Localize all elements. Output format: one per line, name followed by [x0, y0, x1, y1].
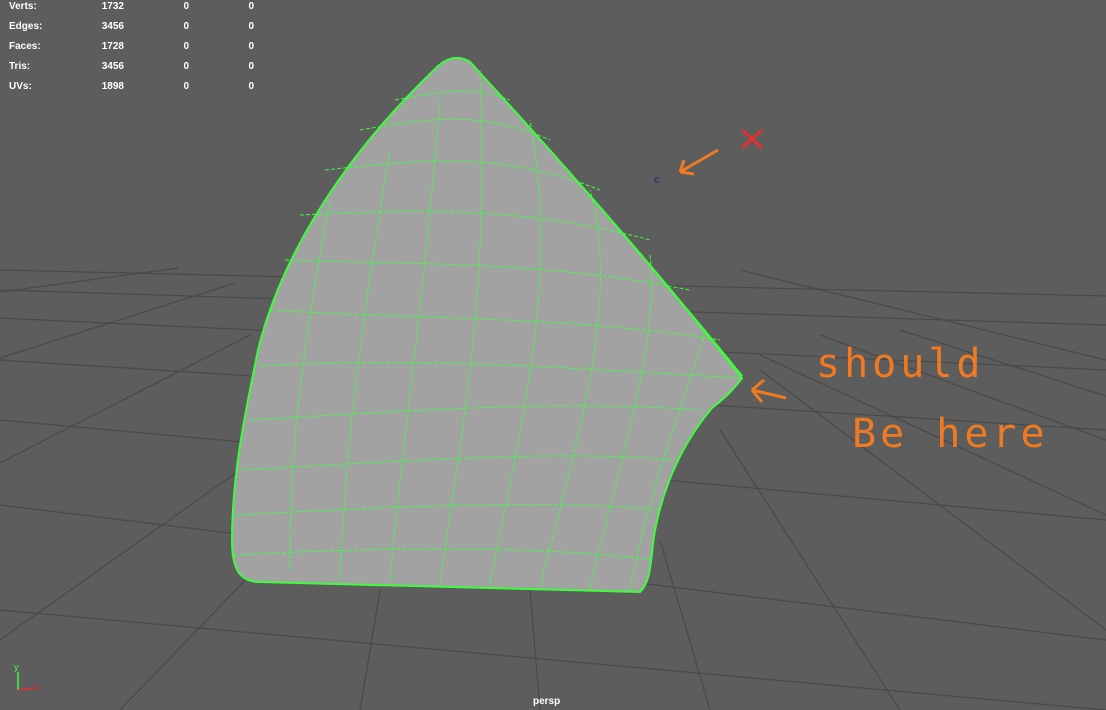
hud-label: UVs: — [9, 81, 32, 92]
hud-row: Verts: 1732 0 0 — [9, 1, 254, 21]
hud-label: Faces: — [9, 41, 41, 52]
hud-value: 0 — [248, 1, 254, 12]
axis-y-label: y — [14, 662, 19, 672]
camera-name-label: persp — [533, 696, 561, 707]
hud-value: 0 — [183, 61, 189, 72]
hud-value: 0 — [248, 41, 254, 52]
heads-up-display-stats: Verts: 1732 0 0 Edges: 3456 0 0 Faces: 1728 0 0 Tris… — [9, 1, 254, 101]
hud-value: 1728 — [101, 41, 124, 52]
annotation-arrow-side — [750, 378, 787, 403]
hud-label: Edges: — [9, 21, 43, 32]
axis-x-label: x — [34, 682, 39, 692]
annotation-cross — [740, 128, 764, 150]
hud-value: 0 — [183, 41, 189, 52]
annotation-text-line2: Be here — [852, 411, 1049, 457]
hud-value: 1732 — [101, 1, 124, 12]
hud-value: 0 — [183, 21, 189, 32]
hud-value: 3456 — [101, 21, 124, 32]
hud-row: Tris: 3456 0 0 — [9, 61, 254, 81]
hud-value: 0 — [248, 81, 254, 92]
axis-gizmo: y x — [14, 662, 39, 692]
pivot-marker — [678, 128, 764, 176]
annotation-arrow-top — [678, 148, 719, 176]
pivot-label: c — [654, 175, 659, 186]
hud-value: 1898 — [101, 81, 124, 92]
hud-value: 0 — [248, 61, 254, 72]
hud-value: 0 — [248, 21, 254, 32]
annotation-text-line1: should — [816, 341, 985, 387]
hud-value: 0 — [183, 81, 189, 92]
hud-value: 3456 — [101, 61, 124, 72]
hud-row: UVs: 1898 0 0 — [9, 81, 254, 101]
hud-row: Faces: 1728 0 0 — [9, 41, 254, 61]
hud-value: 0 — [183, 1, 189, 12]
hud-row: Edges: 3456 0 0 — [9, 21, 254, 41]
hud-label: Tris: — [9, 61, 31, 72]
hud-label: Verts: — [9, 1, 37, 12]
